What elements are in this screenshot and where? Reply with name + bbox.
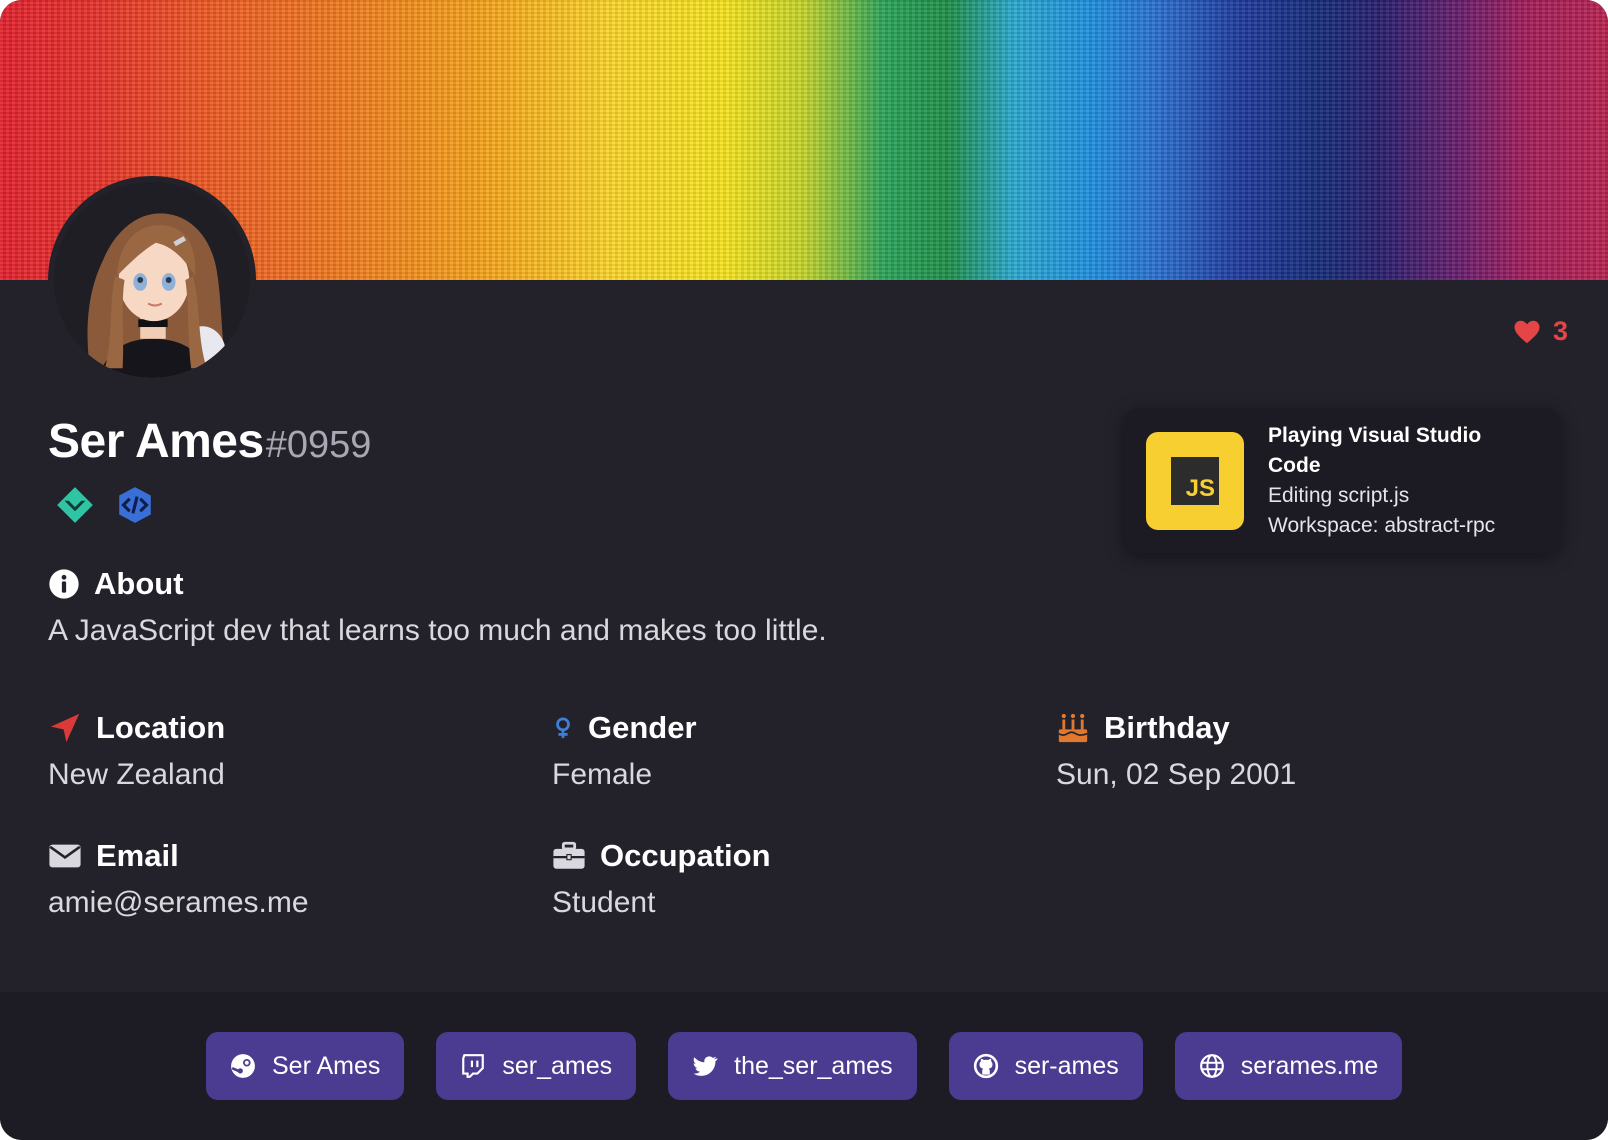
location-arrow-icon	[50, 713, 80, 743]
occupation-value: Student	[552, 886, 656, 919]
occupation-label: Occupation	[600, 838, 771, 873]
twitch-icon	[462, 1054, 485, 1078]
likes-counter[interactable]: 3	[1511, 316, 1568, 347]
about-label: About	[94, 566, 184, 601]
steam-icon	[231, 1054, 255, 1078]
email-heading: Email	[48, 838, 179, 874]
email-label: Email	[96, 838, 179, 873]
discriminator: #0959	[265, 424, 372, 466]
heart-icon	[1514, 320, 1540, 343]
likes-count: 3	[1552, 316, 1568, 346]
social-links: Ser Ames ser_ames the_ser_ames ser-ames	[206, 1032, 1403, 1100]
activity-text: Playing Visual Studio Code Editing scrip…	[1268, 421, 1538, 541]
gender-label: Gender	[588, 710, 697, 745]
profile-name-row: Ser Ames #0959	[48, 414, 371, 469]
avatar-illustration	[54, 182, 250, 378]
birthday-value: Sun, 02 Sep 2001	[1056, 758, 1297, 791]
activity-title: Playing Visual Studio Code	[1268, 423, 1482, 477]
avatar[interactable]	[48, 176, 256, 384]
username: Ser Ames	[48, 415, 264, 468]
envelope-icon	[49, 844, 81, 868]
about-text: A JavaScript dev that learns too much an…	[48, 614, 827, 647]
profile-card: 3 Ser Ames #0959 JS Playing Visual Studi…	[0, 0, 1608, 1140]
link-steam-button[interactable]: Ser Ames	[206, 1032, 405, 1100]
birthday-cake-icon	[1058, 713, 1088, 743]
globe-icon	[1199, 1054, 1224, 1078]
hypesquad-badge-icon[interactable]	[54, 484, 96, 526]
location-label: Location	[96, 710, 226, 745]
briefcase-icon	[553, 841, 585, 869]
location-value: New Zealand	[48, 758, 225, 791]
link-twitter-label: the_ser_ames	[734, 1051, 893, 1080]
link-twitter-button[interactable]: the_ser_ames	[668, 1032, 917, 1100]
twitter-icon	[693, 1056, 718, 1076]
developer-badge-icon[interactable]	[114, 484, 156, 526]
javascript-file-icon: JS	[1146, 431, 1244, 530]
activity-card[interactable]: JS Playing Visual Studio Code Editing sc…	[1124, 408, 1560, 553]
link-twitch-label: ser_ames	[502, 1051, 613, 1080]
link-github-label: ser-ames	[1014, 1051, 1119, 1080]
activity-state: Workspace: abstract-rpc	[1268, 513, 1496, 537]
birthday-label: Birthday	[1104, 710, 1230, 745]
link-website-label: serames.me	[1240, 1051, 1379, 1080]
female-symbol-icon	[556, 717, 570, 739]
link-github-button[interactable]: ser-ames	[948, 1032, 1143, 1100]
link-website-button[interactable]: serames.me	[1174, 1032, 1403, 1100]
occupation-heading: Occupation	[552, 838, 771, 874]
email-value[interactable]: amie@serames.me	[48, 886, 309, 920]
link-steam-label: Ser Ames	[272, 1051, 381, 1080]
js-icon-text: JS	[1185, 474, 1215, 502]
about-heading: About	[48, 566, 184, 602]
info-icon	[49, 569, 79, 599]
github-icon	[973, 1053, 998, 1079]
link-twitch-button[interactable]: ser_ames	[436, 1032, 637, 1100]
birthday-heading: Birthday	[1056, 710, 1230, 746]
badge-list	[54, 484, 156, 526]
activity-details: Editing script.js	[1268, 483, 1410, 507]
location-heading: Location	[48, 710, 225, 746]
gender-value: Female	[552, 758, 653, 791]
gender-heading: Gender	[552, 710, 697, 746]
